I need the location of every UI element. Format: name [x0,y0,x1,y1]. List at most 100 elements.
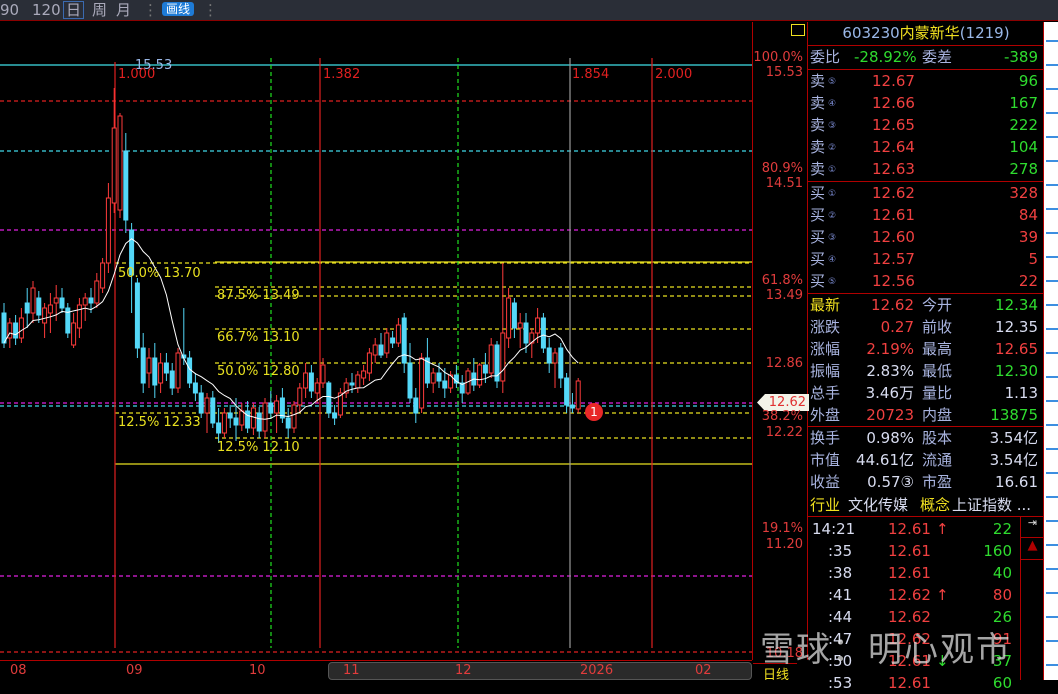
drawing-tool-icon[interactable] [1046,582,1058,594]
tick-row[interactable]: :53 12.61 60 [808,672,1044,694]
info-row[interactable]: 市值 44.61亿 流通 3.54亿 [808,449,1044,471]
sell-level-row[interactable]: 卖 ③ 12.65 222 [808,114,1044,136]
stat-row[interactable]: 最新 12.62 今开 12.34 [808,294,1044,316]
scroll-up-icon[interactable]: ▲ [1021,538,1044,560]
drawing-tool-icon[interactable] [1046,78,1058,90]
candle-up [477,364,483,386]
industry-row: 行业 文化传媒 概念 上证指数 ... [808,494,1044,516]
value: 12.65 [995,340,1038,358]
info-row[interactable]: 换手 0.98% 股本 3.54亿 [808,427,1044,449]
more-icon[interactable]: ⋮ [143,0,158,20]
stat-row[interactable]: 涨跌 0.27 前收 12.35 [808,316,1044,338]
drawing-tool-icon[interactable] [1046,30,1058,42]
alert-marker[interactable]: 1 [585,403,603,421]
label: 最高 [922,340,953,358]
scroll-thumb[interactable] [328,662,752,680]
price: 12.61 [888,542,931,560]
buy-level-row[interactable]: 买 ② 12.61 84 [808,204,1044,226]
volume: 222 [1009,116,1038,134]
drawing-tool-icon[interactable] [1046,366,1058,378]
value: 3.54亿 [989,429,1038,447]
drawing-tool-icon[interactable] [1046,414,1058,426]
label: 今开 [922,296,953,314]
drawing-tool-icon[interactable] [1046,126,1058,138]
drawing-tool-icon[interactable] [1046,654,1058,666]
date-tick: 11 [343,663,360,678]
stat-row[interactable]: 振幅 2.83% 最低 12.30 [808,360,1044,382]
candle-down [308,372,314,392]
tick-row[interactable]: :41 12.62 ↑ 80 [808,584,1044,606]
drawing-tool-icon[interactable] [1046,342,1058,354]
drawing-tool-icon[interactable] [1046,294,1058,306]
buy-level-row[interactable]: 买 ① 12.62 328 [808,182,1044,204]
more-icon[interactable]: ⋮ [203,0,218,20]
date-tick: 12 [455,663,472,678]
sell-level-row[interactable]: 卖 ④ 12.66 167 [808,92,1044,114]
drawing-tool-icon[interactable] [1046,630,1058,642]
sell-level-row[interactable]: 卖 ② 12.64 104 [808,136,1044,158]
drawing-tool-icon[interactable] [1046,222,1058,234]
chart-canvas [0,58,752,653]
fib-label: 50.0% 12.80 [217,364,300,379]
stat-row[interactable]: 外盘 20723 内盘 13875 [808,404,1044,426]
candle-up [100,262,106,289]
ratio-label: 1.382 [323,67,361,82]
candle-up [517,322,523,329]
level-number: ⑤ [828,77,837,87]
info-row[interactable]: 收益 0.57③ 市盈 16.61 [808,471,1044,493]
drawing-tool-icon[interactable] [1046,150,1058,162]
pin-icon[interactable]: ⇥ [1021,516,1044,538]
drawing-tool-icon[interactable] [1046,270,1058,282]
candle-down [210,397,216,424]
drawing-tool-icon[interactable] [1046,102,1058,114]
buy-level-row[interactable]: 买 ④ 12.57 5 [808,248,1044,270]
price: 12.60 [872,228,915,246]
buy-level-row[interactable]: 买 ⑤ 12.56 22 [808,270,1044,292]
candlestick-chart[interactable]: 15.53 1.000 1.382 1.854 2.000 50.0% 13.7… [0,22,752,660]
direction-arrow: ↑ [936,520,949,538]
drawing-tool-icon[interactable] [1046,486,1058,498]
volume: 278 [1009,160,1038,178]
period-120[interactable]: 120 [32,0,61,20]
stat-row[interactable]: 总手 3.46万 量比 1.13 [808,382,1044,404]
sell-level-row[interactable]: 卖 ⑤ 12.67 96 [808,70,1044,92]
industry-value[interactable]: 文化传媒 [848,494,908,516]
drawing-tool-icon[interactable] [1046,246,1058,258]
drawing-tool-icon[interactable] [1046,534,1058,546]
tick-row[interactable]: :35 12.61 160 [808,540,1044,562]
expand-icon[interactable] [791,24,805,36]
draw-line-button[interactable]: 画线 [162,2,195,16]
axis-pct: 19.1% [761,521,803,536]
stat-row[interactable]: 涨幅 2.19% 最高 12.65 [808,338,1044,360]
drawing-tool-icon[interactable] [1046,390,1058,402]
tick-row[interactable]: :38 12.61 40 [808,562,1044,584]
period-day[interactable]: 日 [63,1,85,19]
candle-up [297,387,303,406]
label: 卖 [810,138,826,156]
candle-down [192,382,198,394]
period-90[interactable]: 90 [0,0,19,20]
concept-value[interactable]: 上证指数 ... [952,494,1031,516]
drawing-tool-icon[interactable] [1046,558,1058,570]
drawing-tool-icon[interactable] [1046,318,1058,330]
buy-level-row[interactable]: 买 ③ 12.60 39 [808,226,1044,248]
axis-price: 15.53 [765,65,803,80]
period-month[interactable]: 月 [116,0,131,20]
drawing-tool-icon[interactable] [1046,462,1058,474]
axis-price: 14.51 [765,176,803,191]
label: 委比 [810,48,841,66]
drawing-tool-icon[interactable] [1046,54,1058,66]
tick-row[interactable]: 14:21 12.61 ↑ 22 [808,518,1044,540]
drawing-tool-icon[interactable] [1046,510,1058,522]
candle-down [123,150,129,221]
candle-up [82,297,88,306]
drawing-tool-icon[interactable] [1046,438,1058,450]
drawing-tool-icon[interactable] [1046,174,1058,186]
label: 外盘 [810,406,841,424]
drawing-tool-icon[interactable] [1046,198,1058,210]
volume: 160 [983,542,1012,560]
candle-up [366,352,372,374]
sell-level-row[interactable]: 卖 ① 12.63 278 [808,158,1044,180]
drawing-tool-icon[interactable] [1046,606,1058,618]
period-week[interactable]: 周 [92,0,107,20]
